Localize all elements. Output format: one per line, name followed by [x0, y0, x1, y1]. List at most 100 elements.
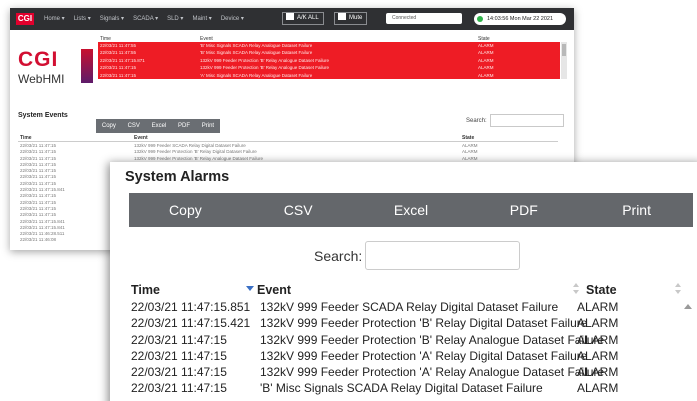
- alarm-event: 132kV 999 Feeder Protection 'B' Relay An…: [260, 332, 605, 347]
- events-csv-button[interactable]: CSV: [128, 123, 140, 129]
- event-time: 22/03/21 11:47:15.841: [20, 224, 65, 230]
- events-pdf-button[interactable]: PDF: [178, 123, 190, 129]
- event-time: 22/03/21 11:47:15: [20, 212, 56, 218]
- alarm-banner-event: 132kV 999 Feeder Protection 'B' Relay An…: [200, 57, 330, 63]
- alarm-banner-state: ALARM: [478, 43, 494, 48]
- table-row[interactable]: 22/03/21 11:47:15 132kV 999 Feeder Protec…: [129, 332, 683, 348]
- alarm-event: 132kV 999 Feeder SCADA Relay Digital Dat…: [260, 300, 559, 314]
- table-row[interactable]: 22/03/21 11:47:15 132kV 999 Feeder Protec…: [129, 364, 683, 380]
- sort-descending-icon[interactable]: [246, 286, 254, 291]
- scroll-up-icon[interactable]: [684, 304, 692, 309]
- alarm-time: 22/03/21 11:47:15: [131, 365, 227, 380]
- alarm-time: 22/03/21 11:47:15.851: [131, 300, 251, 314]
- alarms-scrollbar[interactable]: [683, 301, 693, 401]
- top-navbar: CGI Home ▾ Lists ▾ Signals ▾ SCADA ▾ SLD…: [10, 8, 574, 30]
- pdf-button[interactable]: PDF: [467, 193, 580, 227]
- event-time: 22/03/21 11:47:15: [20, 143, 56, 148]
- alarm-state: ALARM: [577, 300, 619, 314]
- cgi-webhmi-logo: CGI WebHMI: [18, 48, 98, 93]
- nav-menu-signals[interactable]: Signals ▾: [100, 14, 124, 24]
- alarms-search-label: Search:: [314, 248, 363, 264]
- header-state[interactable]: State: [586, 283, 617, 297]
- alarm-banner-row[interactable]: 22/03/21 11:47:15 'A' Misc Signals SCADA…: [98, 71, 560, 79]
- nav-menu-device[interactable]: Device ▾: [221, 14, 244, 24]
- alarm-banner-event: 'B' Misc Signals SCADA Relay Analogue Da…: [200, 50, 313, 56]
- event-time: 22/03/21 11:47:15: [20, 168, 56, 174]
- nav-menu-scada[interactable]: SCADA ▾: [133, 14, 158, 24]
- alarms-search-input[interactable]: [365, 241, 520, 270]
- events-table-header: Time Event State: [18, 134, 558, 142]
- events-excel-button[interactable]: Excel: [152, 123, 167, 129]
- alarm-state: ALARM: [577, 348, 619, 363]
- alarm-state: ALARM: [577, 332, 619, 347]
- events-header-state[interactable]: State: [462, 135, 474, 141]
- event-time: 22/03/21 11:47:15: [20, 161, 56, 167]
- speaker-icon: [338, 13, 346, 20]
- alarm-banner-time: 22/03/21 11:47:15: [100, 72, 136, 78]
- table-row[interactable]: 22/03/21 11:47:15.851 132kV 999 Feeder SC…: [129, 299, 683, 315]
- logo-webhmi-text: WebHMI: [18, 72, 65, 86]
- alarm-banner-event: 132kV 999 Feeder Protection 'B' Relay An…: [200, 65, 330, 71]
- header-time[interactable]: Time: [131, 283, 160, 297]
- alarm-banner-scrollbar[interactable]: [561, 42, 567, 79]
- mute-button[interactable]: Mute: [334, 12, 368, 25]
- events-search-input[interactable]: [490, 114, 564, 127]
- event-time: 22/03/21 11:47:15: [20, 193, 56, 199]
- event-text: 132kV 999 Feeder Protection 'B' Relay An…: [134, 155, 264, 161]
- nav-menu-lists[interactable]: Lists ▾: [74, 14, 91, 24]
- alarm-banner-table: Time Event State 22/03/21 11:47:55 'B' M…: [98, 35, 560, 79]
- events-copy-button[interactable]: Copy: [102, 123, 116, 129]
- check-icon: [286, 13, 294, 20]
- system-events-toolbar: Copy CSV Excel PDF Print: [96, 119, 220, 133]
- nav-menu-home[interactable]: Home ▾: [44, 14, 65, 24]
- alarm-banner-row[interactable]: 22/03/21 11:47:15 132kV 999 Feeder Prote…: [98, 64, 560, 72]
- system-alarms-panel: System Alarms Copy CSV Excel PDF Print S…: [110, 162, 697, 401]
- clock-datetime: 14:03:56 Mon Mar 22 2021: [487, 16, 554, 22]
- copy-button[interactable]: Copy: [129, 193, 242, 227]
- alarm-time: 22/03/21 11:47:15: [131, 381, 227, 396]
- alarm-banner-row[interactable]: 22/03/21 11:47:55 'B' Misc Signals SCADA…: [98, 49, 560, 57]
- acknowledge-all-button[interactable]: A/K ALL: [282, 12, 324, 25]
- event-state: ALARM: [462, 143, 478, 148]
- screenshot-stage: CGI Home ▾ Lists ▾ Signals ▾ SCADA ▾ SLD…: [0, 0, 697, 401]
- event-time: 22/03/21 11:47:15: [20, 199, 56, 205]
- nav-menu-sld[interactable]: SLD ▾: [167, 14, 183, 24]
- alarm-time: 22/03/21 11:47:15.421: [131, 316, 251, 331]
- event-state: ALARM: [462, 155, 478, 161]
- logo-mark-icon: [77, 49, 93, 83]
- excel-button[interactable]: Excel: [355, 193, 468, 227]
- events-print-button[interactable]: Print: [202, 123, 214, 129]
- csv-button[interactable]: CSV: [242, 193, 355, 227]
- alarm-banner-row[interactable]: 22/03/21 11:47:15.871 132kV 999 Feeder P…: [98, 56, 560, 65]
- table-row[interactable]: 22/03/21 11:47:15 'B' Misc Signals SCADA …: [129, 380, 683, 396]
- events-header-time[interactable]: Time: [20, 135, 32, 141]
- event-state: ALARM: [462, 149, 478, 155]
- header-event[interactable]: Event: [257, 283, 291, 297]
- alarm-banner-row[interactable]: 22/03/21 11:47:55 'B' Misc Signals SCADA…: [98, 42, 560, 50]
- print-button[interactable]: Print: [580, 193, 693, 227]
- status-dot-icon: [477, 16, 483, 22]
- alarm-state: ALARM: [577, 316, 619, 331]
- nav-logo[interactable]: CGI: [16, 13, 34, 25]
- alarm-banner-time: 22/03/21 11:47:55: [100, 50, 136, 56]
- alarm-banner-time: 22/03/21 11:47:15: [100, 65, 136, 71]
- alarm-event: 132kV 999 Feeder Protection 'B' Relay Di…: [260, 316, 588, 331]
- alarms-export-toolbar: Copy CSV Excel PDF Print: [129, 193, 693, 227]
- alarm-event: 132kV 999 Feeder Protection 'A' Relay An…: [260, 365, 605, 380]
- event-time: 22/03/21 11:46:08: [20, 237, 56, 243]
- event-time: 22/03/21 11:47:15: [20, 149, 56, 155]
- alarm-time: 22/03/21 11:47:15: [131, 332, 227, 347]
- nav-menu-maint[interactable]: Maint ▾: [192, 14, 211, 24]
- alarm-banner-time: 22/03/21 11:47:15.871: [100, 57, 145, 63]
- table-row[interactable]: 22/03/21 11:47:15.421 132kV 999 Feeder Pr…: [129, 315, 683, 331]
- alarm-banner-state: ALARM: [478, 50, 494, 56]
- alarm-banner-time: 22/03/21 11:47:55: [100, 43, 136, 48]
- events-header-event[interactable]: Event: [134, 135, 148, 141]
- system-alarms-title: System Alarms: [125, 169, 230, 185]
- event-time: 22/03/21 11:47:15.841: [20, 187, 65, 193]
- sort-icon[interactable]: [675, 282, 683, 296]
- nav-menu: Home ▾ Lists ▾ Signals ▾ SCADA ▾ SLD ▾ M…: [44, 14, 244, 24]
- table-row[interactable]: 22/03/21 11:47:15 132kV 999 Feeder Protec…: [129, 348, 683, 364]
- sort-icon[interactable]: [573, 282, 581, 296]
- event-time: 22/03/21 11:46:28.511: [20, 231, 65, 237]
